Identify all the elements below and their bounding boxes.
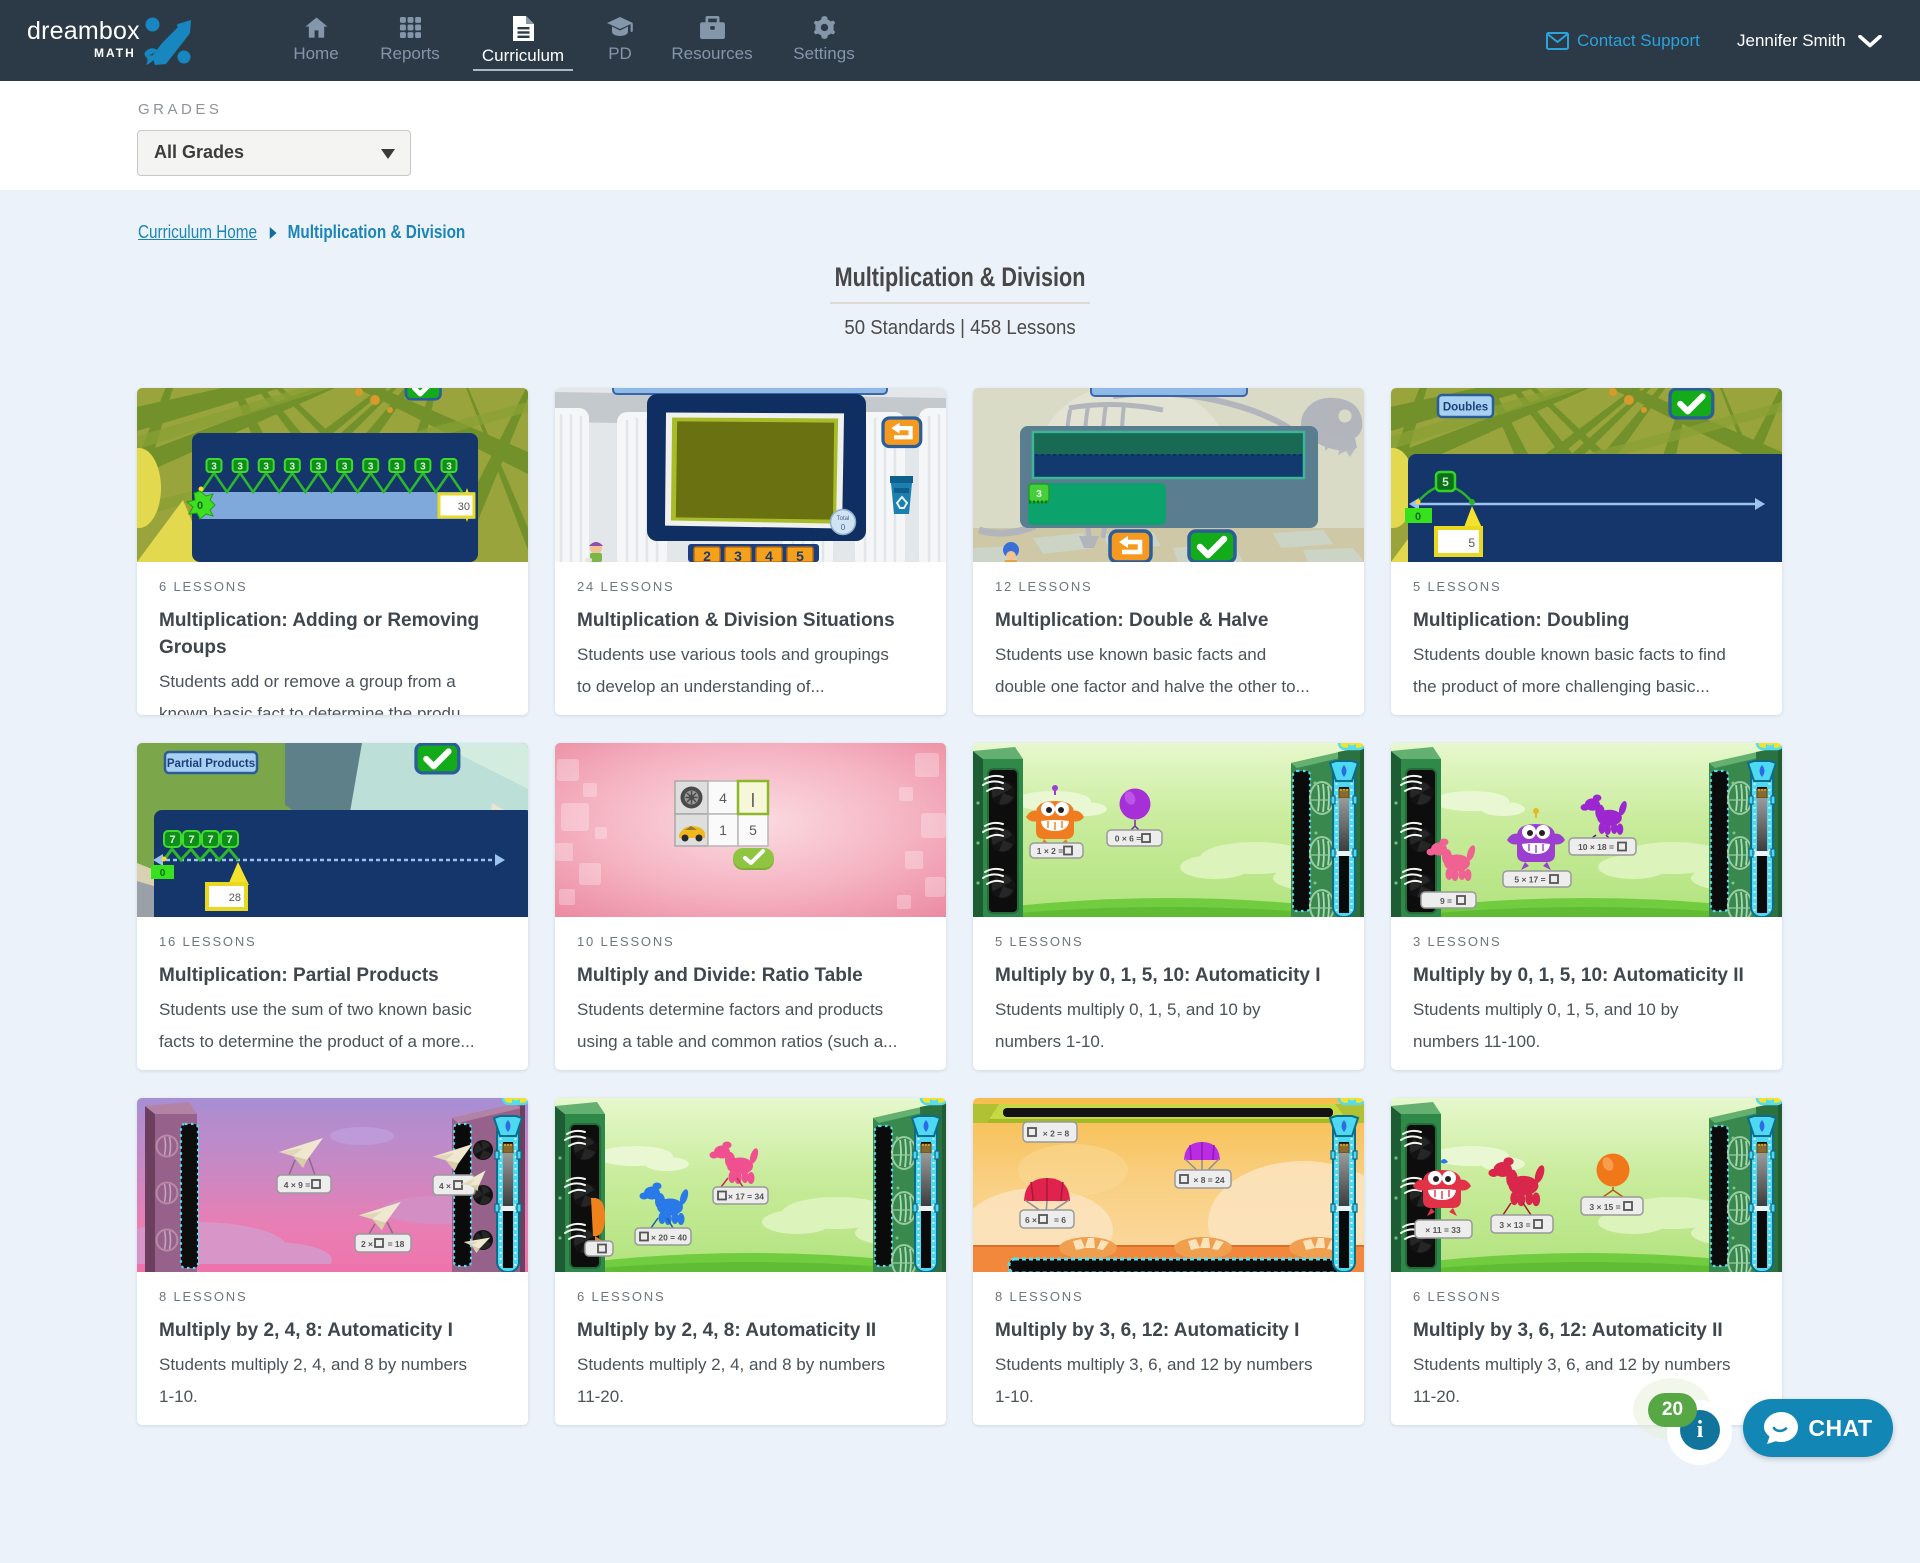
svg-text:1: 1 <box>719 822 727 838</box>
svg-text:7: 7 <box>169 834 175 846</box>
svg-text:3: 3 <box>237 462 243 473</box>
svg-text:4: 4 <box>719 790 727 806</box>
svg-text:7: 7 <box>226 834 232 846</box>
svg-text:= 6: = 6 <box>1054 1215 1066 1225</box>
svg-text:0: 0 <box>1415 511 1421 523</box>
svg-text:30: 30 <box>458 501 470 513</box>
svg-text:3 × 13 =: 3 × 13 = <box>1499 1220 1530 1230</box>
svg-text:10 × 18 =: 10 × 18 = <box>1578 842 1614 852</box>
svg-text:3: 3 <box>290 462 296 473</box>
svg-text:5: 5 <box>1468 536 1475 550</box>
svg-text:3: 3 <box>342 462 348 473</box>
svg-text:3: 3 <box>263 462 269 473</box>
svg-text:× 17 = 34: × 17 = 34 <box>728 1192 764 1202</box>
svg-text:Doubles: Doubles <box>1443 402 1488 414</box>
svg-text:7: 7 <box>207 834 213 846</box>
svg-text:5 × 17 =: 5 × 17 = <box>1514 875 1545 885</box>
svg-text:2 ×: 2 × <box>361 1239 373 1249</box>
svg-text:3: 3 <box>368 462 374 473</box>
svg-text:4 × 9 =: 4 × 9 = <box>284 1180 311 1190</box>
svg-text:= 18: = 18 <box>388 1239 405 1249</box>
svg-text:7: 7 <box>188 834 194 846</box>
svg-text:5: 5 <box>796 548 804 562</box>
svg-text:4 ×: 4 × <box>439 1181 451 1191</box>
svg-text:× 20 = 40: × 20 = 40 <box>651 1233 687 1243</box>
svg-text:3: 3 <box>394 462 400 473</box>
svg-text:3: 3 <box>420 462 426 473</box>
svg-text:3: 3 <box>316 462 322 473</box>
svg-text:5: 5 <box>749 822 757 838</box>
svg-text:28: 28 <box>229 892 241 904</box>
svg-text:Total: Total <box>837 516 850 522</box>
svg-text:3: 3 <box>211 462 217 473</box>
svg-text:4: 4 <box>765 548 773 562</box>
svg-text:0 × 6 =: 0 × 6 = <box>1115 834 1142 844</box>
svg-text:3: 3 <box>446 462 452 473</box>
svg-text:9 =: 9 = <box>1440 896 1452 906</box>
svg-text:× 11 = 33: × 11 = 33 <box>1425 1225 1461 1235</box>
svg-text:Partial Products: Partial Products <box>167 758 255 770</box>
svg-text:6 ×: 6 × <box>1025 1215 1037 1225</box>
svg-text:1 × 2 =: 1 × 2 = <box>1037 846 1064 856</box>
svg-text:5: 5 <box>1442 475 1449 489</box>
svg-text:× 2 = 8: × 2 = 8 <box>1043 1129 1070 1139</box>
svg-text:0: 0 <box>197 500 203 512</box>
svg-text:0: 0 <box>160 868 166 879</box>
svg-text:3: 3 <box>1036 489 1042 500</box>
svg-text:0: 0 <box>841 523 846 532</box>
svg-text:2: 2 <box>703 548 711 562</box>
svg-text:3 × 15 =: 3 × 15 = <box>1589 1202 1620 1212</box>
svg-text:× 8 = 24: × 8 = 24 <box>1193 1175 1224 1185</box>
svg-text:3: 3 <box>734 548 742 562</box>
